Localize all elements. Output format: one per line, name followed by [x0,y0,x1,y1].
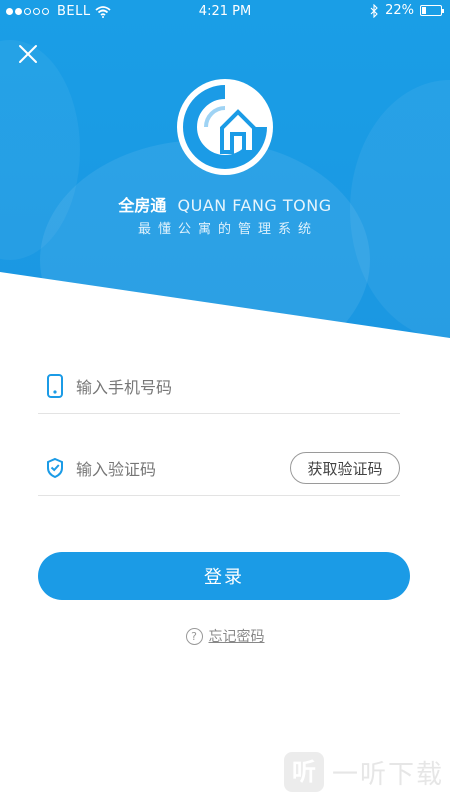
brand-name-en: QUAN FANG TONG [177,196,332,215]
watermark-logo: 听 [283,752,324,792]
phone-input[interactable] [76,372,306,402]
house-logo-icon [177,79,273,175]
watermark-text: 一听下载 [331,759,444,790]
forgot-password: ? 忘记密码 [0,626,450,646]
status-right: 22% [370,3,444,18]
shield-icon [47,457,63,479]
brand-title: 全房通 QUAN FANG TONG [0,192,450,216]
phone-icon [47,374,63,398]
question-icon: ? [185,627,203,645]
code-field: 获取验证码 [38,444,400,496]
battery-level [422,7,426,14]
status-bar: BELL 4:21 PM 22% [0,0,450,26]
forgot-password-link[interactable]: 忘记密码 [209,626,265,646]
battery-percent: 22% [385,3,414,18]
brand-slogan: 最懂公寓的管理系统 [137,222,318,237]
login-button[interactable]: 登录 [38,552,410,600]
verification-code-input[interactable] [76,454,306,484]
bluetooth-icon [370,3,378,18]
battery-icon [420,5,444,16]
brand-name-cn: 全房通 [118,196,167,215]
close-icon[interactable] [14,40,42,68]
watermark: 听 一听下载 [283,752,444,792]
phone-field [38,362,400,414]
get-code-button[interactable]: 获取验证码 [290,452,400,484]
